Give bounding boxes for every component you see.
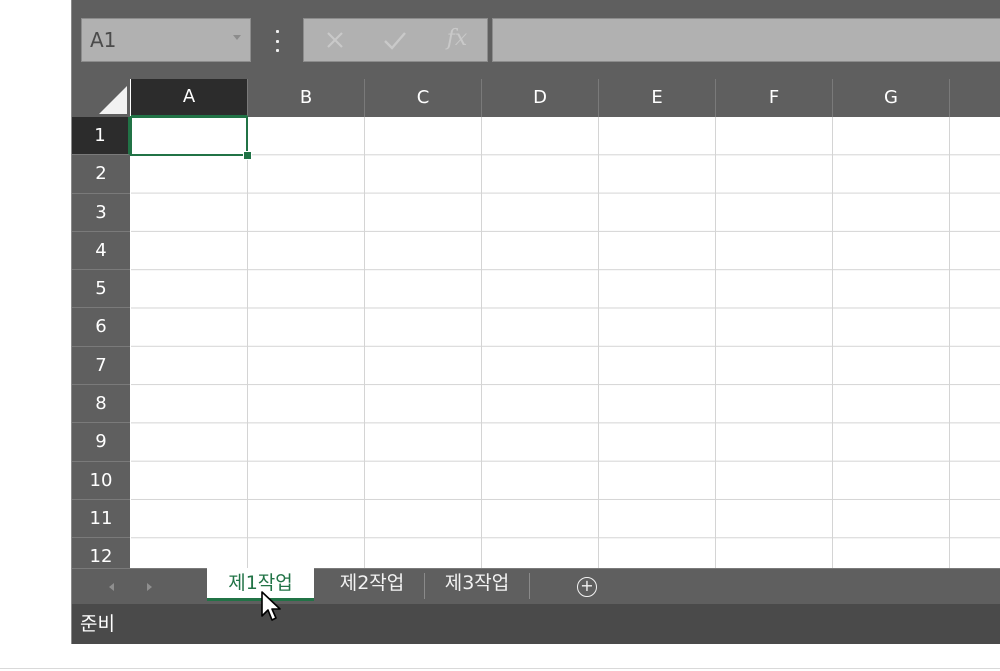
sheet-tab-2[interactable]: 제2작업 (322, 568, 422, 601)
column-header-b[interactable]: B (248, 79, 365, 117)
name-box-value: A1 (90, 28, 117, 52)
row-header-11[interactable]: 11 (72, 499, 130, 539)
column-header-partial[interactable] (950, 79, 1000, 117)
enter-button[interactable] (370, 19, 420, 61)
row-header-7[interactable]: 7 (72, 346, 130, 386)
column-header-a[interactable]: A (131, 79, 248, 117)
chevron-down-icon[interactable] (233, 35, 241, 40)
status-text: 준비 (80, 613, 115, 635)
row-header-5[interactable]: 5 (72, 270, 130, 309)
more-options-icon[interactable] (269, 30, 285, 52)
scroll-tabs-left-icon[interactable] (109, 583, 114, 591)
check-icon (384, 32, 406, 50)
worksheet-grid: A B C D E F G 1 2 3 4 5 6 7 8 9 10 11 12 (72, 79, 1000, 568)
cell-area[interactable] (131, 117, 1000, 568)
tab-divider (424, 573, 425, 599)
column-headers: A B C D E F G (131, 79, 1000, 117)
row-header-8[interactable]: 8 (72, 385, 130, 424)
column-header-c[interactable]: C (365, 79, 482, 117)
tab-divider (529, 573, 530, 599)
insert-function-button[interactable]: fx (432, 19, 482, 61)
formula-input[interactable] (492, 18, 1000, 62)
sheet-tab-bar: 제1작업 제2작업 제3작업 + (72, 568, 1000, 604)
fill-handle[interactable] (243, 151, 252, 160)
mouse-pointer-icon (261, 591, 281, 621)
cancel-button[interactable] (310, 19, 360, 61)
row-header-10[interactable]: 10 (72, 461, 130, 500)
row-header-3[interactable]: 3 (72, 193, 130, 232)
column-header-d[interactable]: D (482, 79, 599, 117)
sheet-tab-3[interactable]: 제3작업 (427, 568, 527, 601)
add-sheet-button[interactable]: + (577, 577, 597, 597)
column-header-g[interactable]: G (833, 79, 950, 117)
row-header-1[interactable]: 1 (72, 117, 130, 156)
row-header-9[interactable]: 9 (72, 423, 130, 462)
name-box[interactable]: A1 (81, 18, 251, 62)
row-headers: 1 2 3 4 5 6 7 8 9 10 11 12 (72, 117, 130, 568)
page-divider (0, 668, 1000, 669)
fx-icon: fx (446, 26, 468, 51)
select-all-icon (99, 86, 127, 114)
row-header-2[interactable]: 2 (72, 155, 130, 194)
close-icon (327, 32, 343, 48)
select-all-button[interactable] (72, 79, 130, 117)
row-header-6[interactable]: 6 (72, 308, 130, 347)
column-header-e[interactable]: E (599, 79, 716, 117)
plus-icon: + (580, 576, 594, 595)
status-bar: 준비 (72, 604, 1000, 644)
scroll-tabs-right-icon[interactable] (147, 583, 152, 591)
excel-window: A1 fx A B C D E F G 1 2 3 4 5 6 7 8 9 10… (72, 0, 1000, 644)
column-header-f[interactable]: F (716, 79, 833, 117)
row-header-12[interactable]: 12 (72, 538, 130, 568)
formula-actions: fx (303, 18, 488, 62)
row-header-4[interactable]: 4 (72, 231, 130, 271)
active-cell-a1[interactable] (130, 116, 248, 156)
